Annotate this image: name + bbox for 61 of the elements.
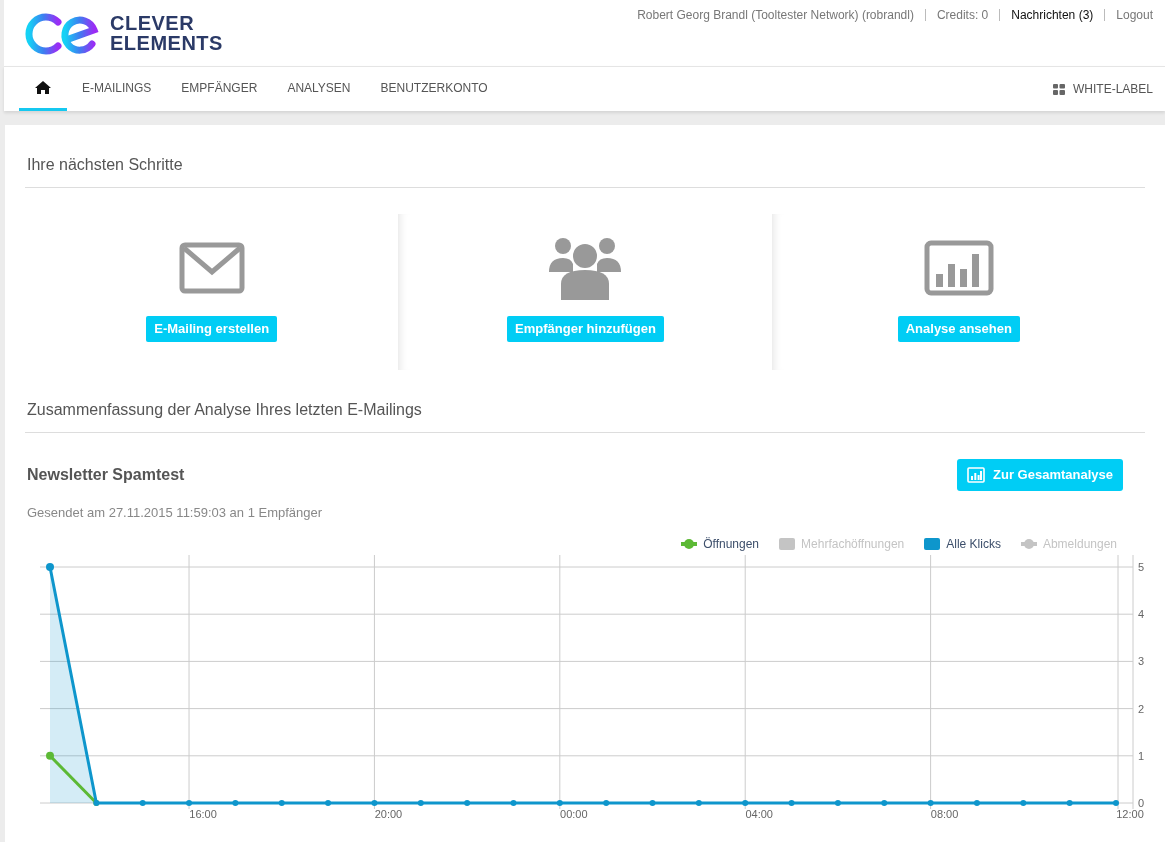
section-title: Zusammenfassung der Analyse Ihres letzten E-Mailings bbox=[25, 398, 1145, 433]
nav-tab[interactable]: EMPFÄNGER bbox=[166, 67, 273, 111]
axis-label: 4 bbox=[1138, 607, 1145, 620]
legend-item[interactable]: Öffnungen bbox=[681, 534, 760, 553]
axis-label: 2 bbox=[1138, 702, 1145, 715]
data-point bbox=[649, 799, 656, 806]
data-point bbox=[186, 799, 193, 806]
nav-tab[interactable]: BENUTZERKONTO bbox=[365, 67, 503, 111]
data-point bbox=[927, 799, 934, 806]
data-point bbox=[46, 751, 54, 760]
axis-label: 16:00 bbox=[189, 807, 217, 820]
data-point bbox=[881, 799, 888, 806]
logo-text: ELEMENTS bbox=[110, 33, 223, 53]
axis-label: 04:00 bbox=[745, 807, 773, 820]
data-point bbox=[139, 799, 146, 806]
legend-swatch bbox=[1020, 538, 1037, 549]
envelope-icon bbox=[178, 242, 245, 294]
axis-label: 08:00 bbox=[930, 807, 959, 820]
header-link[interactable]: Credits: 0 bbox=[936, 6, 989, 24]
nav-tab[interactable]: E-MAILINGS bbox=[67, 67, 167, 111]
sent-info: Gesendet am 27.11.2015 11:59:03 an 1 Empfänger bbox=[27, 504, 323, 522]
data-point bbox=[278, 799, 285, 806]
data-point bbox=[556, 799, 563, 806]
data-point bbox=[603, 799, 610, 806]
data-point bbox=[1113, 799, 1119, 806]
data-point bbox=[232, 799, 239, 806]
grid-icon bbox=[1053, 83, 1065, 95]
logo-text: CLEVER bbox=[110, 13, 196, 33]
home-icon bbox=[35, 81, 51, 94]
data-point bbox=[371, 799, 378, 806]
data-point bbox=[464, 799, 471, 806]
data-point bbox=[973, 799, 980, 806]
branding-link[interactable]: WHITE-LABEL bbox=[1053, 67, 1153, 111]
data-point bbox=[834, 799, 841, 806]
section-title: Ihre nächsten Schritte bbox=[25, 153, 1145, 188]
axis-label: 00:00 bbox=[560, 807, 588, 820]
header-link[interactable]: Logout bbox=[1116, 6, 1153, 24]
data-point bbox=[742, 799, 749, 806]
axis-label: 1 bbox=[1138, 749, 1145, 762]
mailing-name: Newsletter Spamtest bbox=[27, 465, 186, 485]
data-point bbox=[510, 799, 517, 806]
data-point bbox=[695, 799, 702, 806]
bar-chart-icon bbox=[923, 240, 994, 296]
axis-label: 12:00 bbox=[1116, 807, 1144, 820]
axis-label: 3 bbox=[1138, 654, 1145, 667]
data-point bbox=[1020, 799, 1027, 806]
people-icon bbox=[549, 236, 622, 300]
header-link[interactable]: Nachrichten (3) bbox=[1011, 6, 1094, 24]
axis-label: 5 bbox=[1138, 560, 1145, 573]
legend-swatch bbox=[779, 537, 796, 550]
nav-tab[interactable]: ANALYSEN bbox=[272, 67, 366, 111]
data-point bbox=[417, 799, 424, 806]
bar-chart-icon bbox=[967, 467, 986, 483]
data-point bbox=[325, 799, 332, 806]
legend-item[interactable]: Alle Klicks bbox=[924, 534, 1001, 553]
header-link[interactable]: Robert Georg Brandl (Tooltester Network) (robrandl) bbox=[637, 6, 914, 24]
data-point bbox=[46, 562, 54, 571]
axis-label: 0 bbox=[1138, 796, 1145, 809]
data-point bbox=[1066, 799, 1073, 806]
data-point bbox=[788, 799, 795, 806]
axis-label: 20:00 bbox=[374, 807, 403, 820]
